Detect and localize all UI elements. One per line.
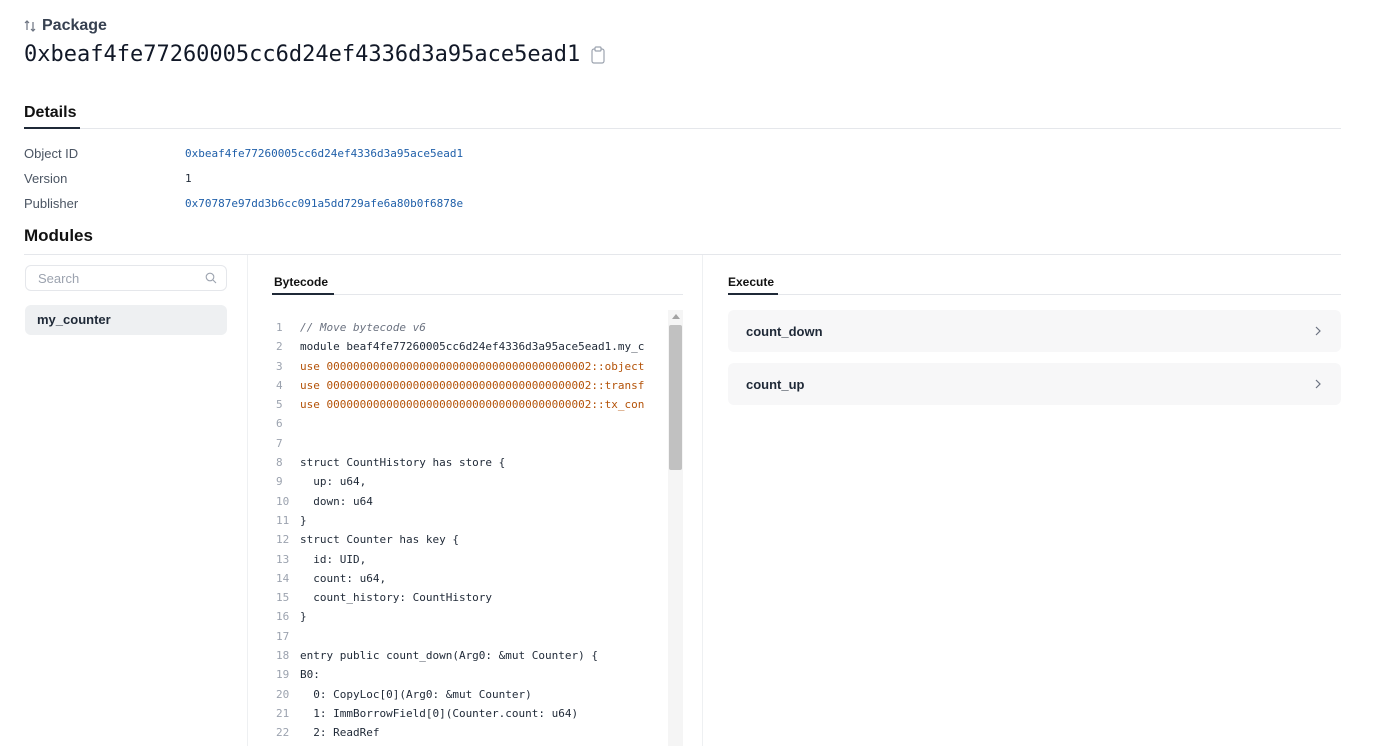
bytecode-tab-underline	[272, 293, 334, 295]
code-line: 15 count_history: CountHistory	[276, 591, 493, 605]
scroll-up-arrow-icon[interactable]	[672, 314, 680, 319]
code-line: 4 use 00000000000000000000000000000000000…	[276, 378, 645, 392]
details-title: Details	[24, 104, 77, 121]
code-line: 10 down: u64	[276, 494, 373, 508]
function-card-count-up[interactable]: count_up	[728, 363, 1341, 405]
execute-divider	[728, 294, 1341, 295]
code-line: 7	[276, 436, 283, 450]
code-line: 2 module beaf4fe77260005cc6d24ef4336d3a95…	[276, 340, 645, 354]
code-line: 1// Move bytecode v6	[276, 321, 426, 334]
page-kind: Package	[24, 17, 107, 35]
package-swap-icon	[24, 20, 36, 32]
code-line: 20 0: CopyLoc[0](Arg0: &mut Counter)	[276, 687, 532, 701]
module-item-my-counter[interactable]: my_counter	[25, 305, 227, 335]
code-line: 8 struct CountHistory has store {	[276, 456, 506, 470]
chevron-right-icon	[1315, 326, 1321, 336]
code-line: 12 struct Counter has key {	[276, 533, 459, 547]
code-line: 22 2: ReadRef	[276, 726, 380, 740]
modules-title: Modules	[24, 226, 93, 245]
code-line: 11}	[276, 513, 307, 527]
sidebar-divider	[247, 255, 248, 746]
details-title-underline	[24, 127, 80, 129]
copy-icon[interactable]	[590, 45, 606, 64]
chevron-right-icon	[1315, 379, 1321, 389]
function-name: count_down	[746, 323, 823, 339]
detail-value-object-id[interactable]: 0xbeaf4fe77260005cc6d24ef4336d3a95ace5ea…	[185, 147, 463, 160]
panel-divider	[702, 255, 703, 746]
package-id: 0xbeaf4fe77260005cc6d24ef4336d3a95ace5ea…	[24, 42, 581, 67]
tab-bytecode[interactable]: Bytecode	[274, 275, 328, 289]
detail-value-publisher[interactable]: 0x70787e97dd3b6cc091a5dd729afe6a80b0f687…	[185, 197, 463, 210]
code-line: 18 entry public count_down(Arg0: &mut Cou…	[276, 649, 599, 663]
code-line: 9 up: u64,	[276, 475, 367, 489]
bytecode-viewer[interactable]: 1// Move bytecode v6 2 module beaf4fe7726…	[272, 318, 668, 746]
code-line: 6	[276, 417, 283, 431]
code-line: 13 id: UID,	[276, 552, 367, 566]
detail-label-publisher: Publisher	[24, 196, 79, 211]
execute-tab-underline	[728, 293, 778, 295]
detail-value-version: 1	[185, 172, 192, 185]
bytecode-scrollbar-thumb[interactable]	[669, 325, 682, 470]
code-line: 21 1: ImmBorrowField[0](Counter.count: u…	[276, 706, 579, 720]
details-divider	[24, 128, 1341, 129]
tab-execute[interactable]: Execute	[728, 275, 774, 289]
detail-label-version: Version	[24, 171, 68, 186]
search-icon	[205, 272, 217, 284]
function-name: count_up	[746, 376, 805, 392]
detail-label-object-id: Object ID	[24, 146, 79, 161]
module-search-input[interactable]	[25, 265, 227, 291]
page-kind-label: Package	[42, 17, 107, 34]
page-title: 0xbeaf4fe77260005cc6d24ef4336d3a95ace5ea…	[24, 42, 606, 67]
modules-divider	[24, 254, 1341, 255]
code-line: 14 count: u64,	[276, 571, 387, 585]
code-line: 5 use 00000000000000000000000000000000000…	[276, 398, 645, 412]
code-line: 17	[276, 629, 290, 643]
code-line: 19 B0:	[276, 668, 320, 682]
code-line: 16}	[276, 610, 307, 624]
function-card-count-down[interactable]: count_down	[728, 310, 1341, 352]
code-line: 3 use 00000000000000000000000000000000000…	[276, 359, 645, 373]
